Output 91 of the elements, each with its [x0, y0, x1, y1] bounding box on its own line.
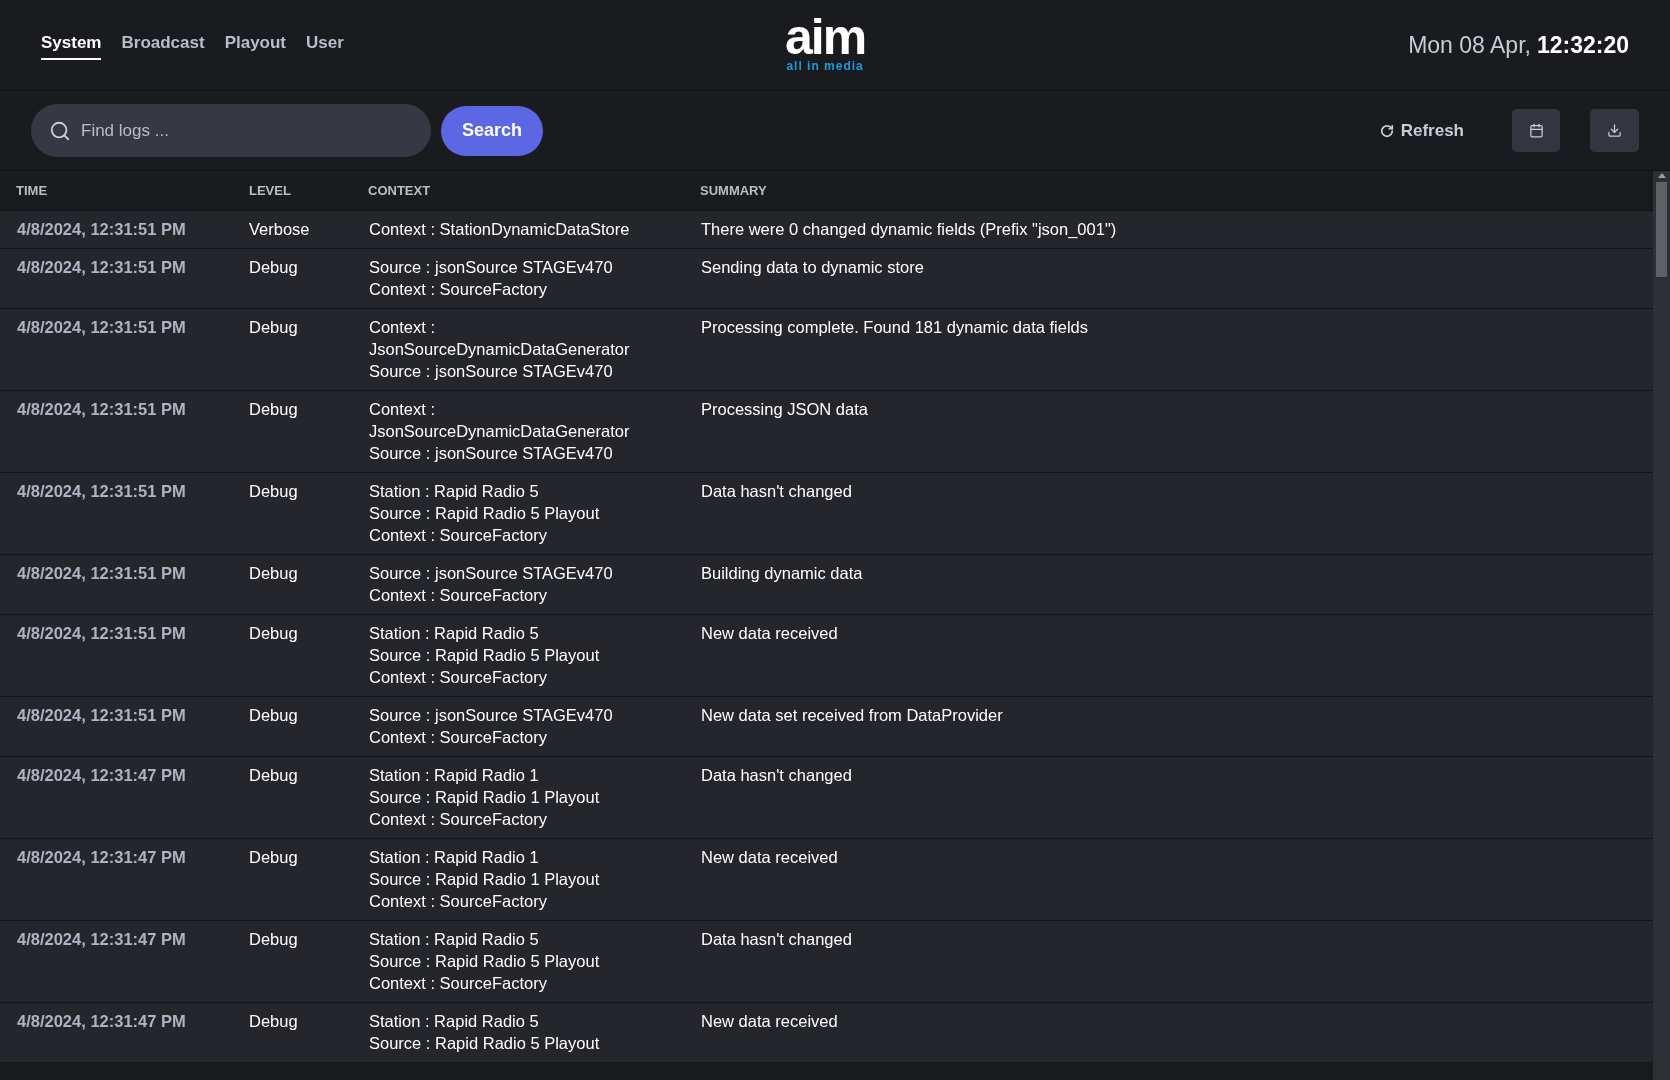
nav-tab[interactable]: User: [306, 30, 344, 60]
summary-cell-text: There were 0 changed dynamic fields (Prefix "json_001"): [700, 219, 1118, 240]
column-header: TIME: [15, 181, 49, 200]
context-line: Context : SourceFactory: [369, 973, 548, 994]
context-line: Source : jsonSource STAGEv470: [369, 257, 614, 278]
context-line: Context : SourceFactory: [369, 279, 548, 300]
download-button[interactable]: [1590, 109, 1639, 152]
time-cell-text: 4/8/2024, 12:31:51 PM: [16, 219, 187, 240]
time-cell-text: 4/8/2024, 12:31:51 PM: [16, 563, 187, 584]
context-line: Source : jsonSource STAGEv470: [369, 361, 614, 382]
context-line: JsonSourceDynamicDataGenerator: [369, 421, 631, 442]
context-line: Source : jsonSource STAGEv470: [369, 563, 614, 584]
context-line: Context : SourceFactory: [369, 809, 548, 830]
context-line: Station : Rapid Radio 5: [369, 481, 540, 502]
scrollbar[interactable]: [1653, 171, 1670, 1080]
calendar-icon: [1528, 123, 1544, 138]
summary-cell-text: Building dynamic data: [700, 563, 864, 584]
time-cell-text: 4/8/2024, 12:31:47 PM: [16, 765, 187, 786]
search-button[interactable]: Search: [441, 105, 544, 156]
context-line: Source : jsonSource STAGEv470: [369, 443, 614, 464]
level-cell-text: Verbose: [248, 219, 311, 240]
download-icon: [1607, 123, 1622, 138]
time-cell-text: 4/8/2024, 12:31:51 PM: [16, 705, 187, 726]
context-line: JsonSourceDynamicDataGenerator: [369, 339, 631, 360]
level-cell-text: Debug: [248, 1011, 299, 1032]
refresh-icon: [1379, 123, 1394, 138]
scrollbar-thumb[interactable]: [1656, 182, 1667, 277]
level-cell-text: Debug: [248, 847, 299, 868]
logo-wordmark: aim: [785, 14, 866, 60]
context-line: Station : Rapid Radio 1: [369, 765, 540, 786]
level-cell-text: Debug: [248, 399, 299, 420]
context-line: Context :: [369, 317, 437, 338]
search-icon: [49, 119, 71, 142]
context-line: Context : SourceFactory: [369, 727, 548, 748]
time-cell-text: 4/8/2024, 12:31:47 PM: [16, 1011, 187, 1032]
refresh-button[interactable]: Refresh: [1379, 117, 1464, 144]
summary-cell-text: New data received: [700, 847, 839, 868]
context-line: Station : Rapid Radio 5: [369, 929, 540, 950]
search-field[interactable]: Find logs ...: [31, 104, 431, 157]
summary-cell-text: Sending data to dynamic store: [700, 257, 925, 278]
clock-date: Mon 08 Apr,: [1408, 30, 1531, 60]
context-line: Source : Rapid Radio 1 Playout: [369, 869, 601, 890]
time-cell-text: 4/8/2024, 12:31:51 PM: [16, 399, 187, 420]
summary-cell-text: New data received: [700, 623, 839, 644]
level-cell-text: Debug: [248, 257, 299, 278]
nav-tab[interactable]: Playout: [224, 30, 287, 60]
summary-cell-text: Processing complete. Found 181 dynamic data fields: [700, 317, 1090, 338]
level-cell-text: Debug: [248, 481, 299, 502]
nav-tab[interactable]: System: [41, 30, 102, 60]
context-line: Context : StationDynamicDataStore: [369, 219, 631, 240]
context-line: Source : Rapid Radio 5 Playout: [369, 503, 601, 524]
time-cell-text: 4/8/2024, 12:31:51 PM: [16, 257, 187, 278]
context-line: Station : Rapid Radio 5: [369, 623, 540, 644]
context-line: Station : Rapid Radio 1: [369, 847, 540, 868]
level-cell-text: Debug: [248, 563, 299, 584]
column-header: CONTEXT: [367, 181, 432, 200]
context-line: Context : SourceFactory: [369, 585, 548, 606]
level-cell-text: Debug: [248, 705, 299, 726]
time-cell-text: 4/8/2024, 12:31:51 PM: [16, 317, 187, 338]
search-input[interactable]: Find logs ...: [81, 117, 413, 144]
context-line: Source : Rapid Radio 1 Playout: [369, 787, 601, 808]
clock-time: 12:32:20: [1536, 30, 1629, 60]
column-header: LEVEL: [248, 181, 292, 200]
summary-cell-text: Processing JSON data: [700, 399, 869, 420]
level-cell-text: Debug: [248, 929, 299, 950]
context-line: Context :: [369, 399, 437, 420]
calendar-button[interactable]: [1512, 109, 1560, 152]
summary-cell-text: Data hasn't changed: [700, 929, 853, 950]
nav-tab[interactable]: Broadcast: [121, 30, 205, 60]
logo-tagline: all in media: [786, 60, 864, 72]
context-line: Source : Rapid Radio 5 Playout: [369, 645, 601, 666]
context-line: Context : SourceFactory: [369, 891, 548, 912]
context-line: Context : SourceFactory: [369, 667, 548, 688]
level-cell-text: Debug: [248, 317, 299, 338]
time-cell-text: 4/8/2024, 12:31:47 PM: [16, 929, 187, 950]
context-line: Station : Rapid Radio 5: [369, 1011, 540, 1032]
time-cell-text: 4/8/2024, 12:31:47 PM: [16, 847, 187, 868]
level-cell-text: Debug: [248, 623, 299, 644]
context-line: Context : SourceFactory: [369, 525, 548, 546]
column-header: SUMMARY: [699, 181, 768, 200]
summary-cell-text: New data received: [700, 1011, 839, 1032]
context-line: Source : Rapid Radio 5 Playout: [369, 1033, 601, 1054]
summary-cell-text: Data hasn't changed: [700, 481, 853, 502]
time-cell-text: 4/8/2024, 12:31:51 PM: [16, 481, 187, 502]
context-line: Source : Rapid Radio 5 Playout: [369, 951, 601, 972]
scroll-up-icon: [1657, 173, 1666, 178]
level-cell-text: Debug: [248, 765, 299, 786]
summary-cell-text: Data hasn't changed: [700, 765, 853, 786]
summary-cell-text: New data set received from DataProvider: [700, 705, 1004, 726]
context-line: Source : jsonSource STAGEv470: [369, 705, 614, 726]
time-cell-text: 4/8/2024, 12:31:51 PM: [16, 623, 187, 644]
